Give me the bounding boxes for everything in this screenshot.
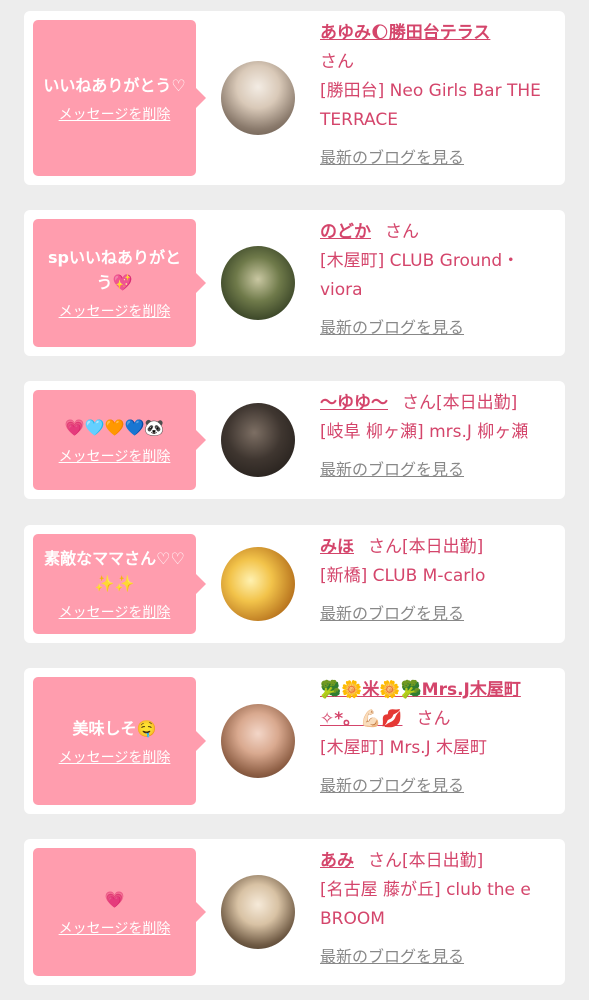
message-text: spいいねありがとう💖 [48,248,181,292]
message-card: 💗 メッセージを削除 あみ さん[本日出勤] [名古屋 藤が丘] club the… [24,839,565,985]
working-today-badge: [本日出勤] [402,851,484,871]
delete-message-link[interactable]: メッセージを削除 [59,602,171,622]
user-name-link[interactable]: 〜ゆゆ〜 [320,393,388,413]
shop-name: [木屋町] Mrs.J 木屋町 [320,738,488,758]
latest-blog-link[interactable]: 最新のブログを見る [320,313,560,342]
user-name-link[interactable]: あみ [320,851,354,871]
latest-blog-link[interactable]: 最新のブログを見る [320,455,560,484]
latest-blog-link[interactable]: 最新のブログを見る [320,599,560,628]
avatar[interactable] [221,704,295,778]
latest-blog-link[interactable]: 最新のブログを見る [320,942,560,971]
delete-message-link[interactable]: メッセージを削除 [59,918,171,938]
avatar[interactable] [221,403,295,477]
avatar[interactable] [221,547,295,621]
shop-name: [岐阜 柳ヶ瀬] mrs.J 柳ヶ瀬 [320,422,529,442]
shop-name: [新橋] CLUB M-carlo [320,566,486,586]
delete-message-link[interactable]: メッセージを削除 [59,747,171,767]
honorific: さん [385,222,419,242]
message-bubble: 💗🩵🧡💙🐼 メッセージを削除 [33,390,206,490]
avatar[interactable] [221,875,295,949]
message-card: 💗🩵🧡💙🐼 メッセージを削除 〜ゆゆ〜 さん[本日出勤] [岐阜 柳ヶ瀬] mrs… [24,381,565,499]
honorific: さん [416,709,451,729]
message-card: 素敵なママさん♡♡✨✨ メッセージを削除 みほ さん[本日出勤] [新橋] CLU… [24,525,565,643]
message-card: いいねありがとう♡ メッセージを削除 あゆみ🌔勝田台テラス さん [勝田台] N… [24,11,565,185]
latest-blog-link[interactable]: 最新のブログを見る [320,143,560,172]
user-info: のどか さん [木屋町] CLUB Ground・viora 最新のブログを見る [320,218,560,342]
delete-message-link[interactable]: メッセージを削除 [59,301,171,321]
honorific: さん [402,393,436,413]
honorific: さん [320,52,354,72]
delete-message-link[interactable]: メッセージを削除 [59,104,171,124]
shop-name: [木屋町] CLUB Ground・viora [320,251,520,300]
user-info: あみ さん[本日出勤] [名古屋 藤が丘] club the e BROOM 最新… [320,847,560,971]
message-bubble: 💗 メッセージを削除 [33,848,206,976]
user-info: みほ さん[本日出勤] [新橋] CLUB M-carlo 最新のブログを見る [320,533,560,628]
working-today-badge: [本日出勤] [436,393,518,413]
user-info: あゆみ🌔勝田台テラス さん [勝田台] Neo Girls Bar THE TE… [320,19,560,172]
user-name-link[interactable]: あゆみ🌔勝田台テラス [320,23,490,43]
message-text: 素敵なママさん♡♡✨✨ [44,549,185,593]
avatar[interactable] [221,61,295,135]
message-card: spいいねありがとう💖 メッセージを削除 のどか さん [木屋町] CLUB Gr… [24,210,565,356]
honorific: さん [368,851,402,871]
shop-name: [名古屋 藤が丘] club the e BROOM [320,880,531,929]
message-bubble: 美味しそ🤤 メッセージを削除 [33,677,206,805]
message-card: 美味しそ🤤 メッセージを削除 🥦🌼米🌼🥦Mrs.J木屋町✧*。💪🏻💋 さん [木屋… [24,668,565,814]
shop-name: [勝田台] Neo Girls Bar THE TERRACE [320,81,541,130]
message-text: 💗 [104,889,125,909]
message-text: いいねありがとう♡ [43,75,186,95]
message-text: 💗🩵🧡💙🐼 [64,417,165,437]
working-today-badge: [本日出勤] [402,537,484,557]
message-bubble: spいいねありがとう💖 メッセージを削除 [33,219,206,347]
message-text: 美味しそ🤤 [72,718,157,738]
user-info: 🥦🌼米🌼🥦Mrs.J木屋町✧*。💪🏻💋 さん [木屋町] Mrs.J 木屋町 最新… [320,676,560,800]
latest-blog-link[interactable]: 最新のブログを見る [320,771,560,800]
delete-message-link[interactable]: メッセージを削除 [59,446,171,466]
user-name-link[interactable]: のどか [320,222,371,242]
message-bubble: 素敵なママさん♡♡✨✨ メッセージを削除 [33,534,206,634]
user-name-link[interactable]: みほ [320,537,354,557]
avatar[interactable] [221,246,295,320]
honorific: さん [368,537,402,557]
user-info: 〜ゆゆ〜 さん[本日出勤] [岐阜 柳ヶ瀬] mrs.J 柳ヶ瀬 最新のブログを見… [320,389,560,484]
message-bubble: いいねありがとう♡ メッセージを削除 [33,20,206,176]
